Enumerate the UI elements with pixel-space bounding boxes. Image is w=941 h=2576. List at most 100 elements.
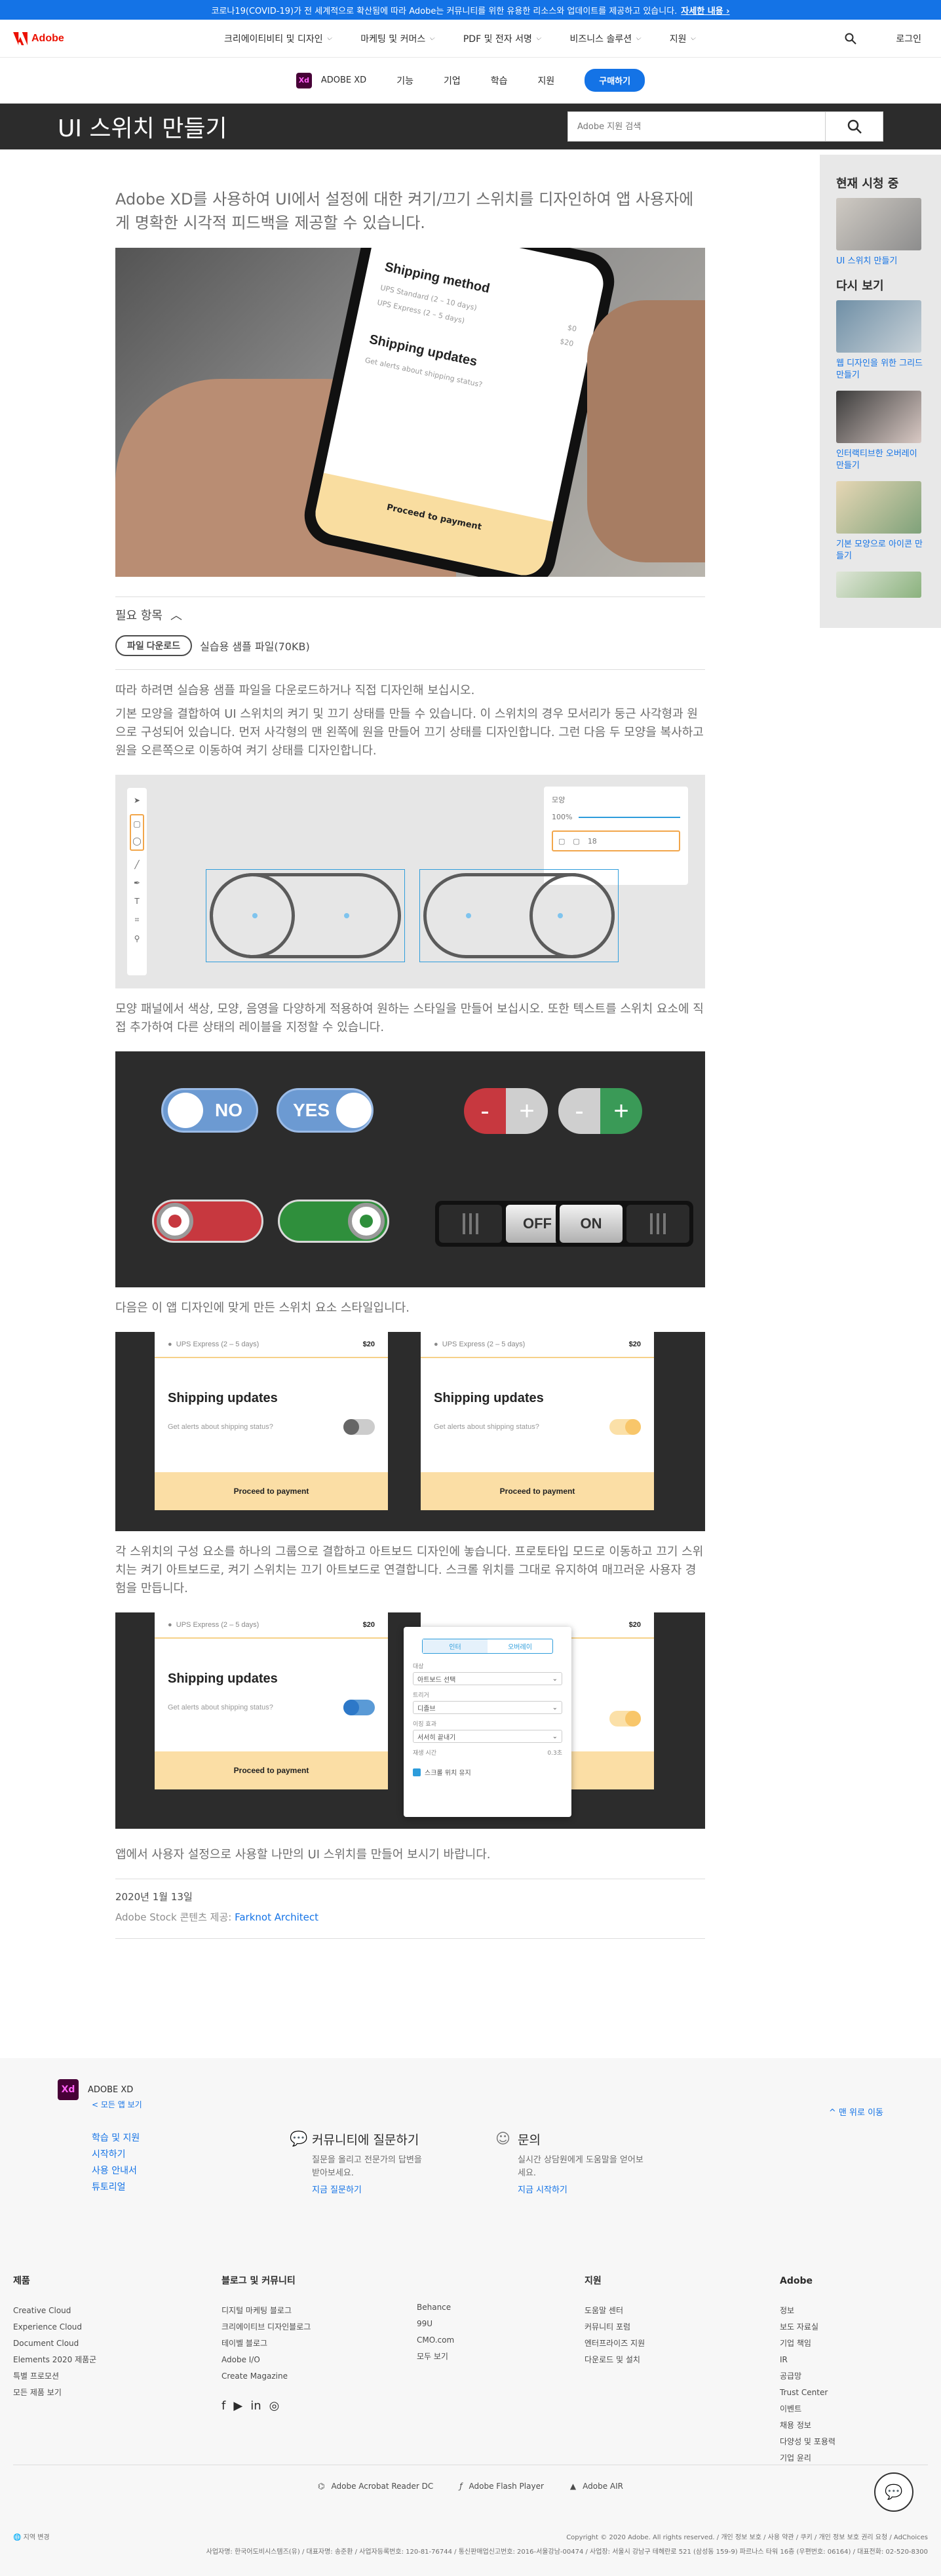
alert-link[interactable]: 자세한 내용 › <box>681 4 729 16</box>
footer-link[interactable]: 디지털 마케팅 블로그 <box>221 2303 417 2319</box>
footer-link[interactable]: 다양성 및 포용력 <box>780 2434 911 2450</box>
switch-knob <box>336 1093 372 1128</box>
adobe-air-link[interactable]: ▲ Adobe AIR <box>570 2482 623 2491</box>
gnav-item-pdf[interactable]: PDF 및 전자 서명 ⌵ <box>463 32 541 45</box>
product-home-link[interactable]: Xd ADOBE XD <box>296 72 366 88</box>
select-tool-icon: ➤ <box>133 796 141 805</box>
footer-link[interactable]: Experience Cloud <box>13 2319 221 2335</box>
rail-thumb[interactable] <box>836 198 921 250</box>
footer-link[interactable]: 모두 보기 <box>417 2349 585 2365</box>
footer-link[interactable]: 99U <box>417 2316 585 2332</box>
footer-link[interactable]: 보도 자료실 <box>780 2319 911 2335</box>
download-file-button[interactable]: 파일 다운로드 <box>115 635 193 656</box>
footer-link[interactable]: 사용 안내서 <box>92 2163 140 2179</box>
gnav-item-support[interactable]: 지원 ⌵ <box>670 32 695 45</box>
shipping-option: ● UPS Express (2 – 5 days) $20 <box>421 1332 654 1358</box>
footer-link[interactable]: 모든 제품 보기 <box>13 2385 221 2401</box>
required-items-toggle[interactable]: 필요 항목 ︿ <box>115 606 705 623</box>
footer-link[interactable]: Adobe I/O <box>221 2352 417 2368</box>
adobe-logo[interactable]: Adobe <box>13 31 164 45</box>
buy-button[interactable]: 구매하기 <box>585 69 645 92</box>
back-to-top-link[interactable]: ^ 맨 위로 이동 <box>829 2105 883 2118</box>
adobe-logo-icon <box>13 31 28 45</box>
card-heading: Shipping updates <box>168 1391 278 1405</box>
paragraph: 따라 하려면 실습용 샘플 파일을 다운로드하거나 직접 디자인해 보십시오. <box>115 684 475 697</box>
air-icon: ▲ <box>569 2482 577 2491</box>
footer-link[interactable]: Trust Center <box>780 2385 911 2401</box>
article-lead: Adobe XD를 사용하여 UI에서 설정에 대한 켜기/끄기 스위치를 디자… <box>115 190 694 232</box>
linkedin-icon[interactable]: in <box>250 2398 261 2414</box>
footer-link[interactable]: Behance <box>417 2299 585 2316</box>
switch-no: NO <box>161 1088 258 1133</box>
footer-link[interactable]: 채용 정보 <box>780 2417 911 2434</box>
footer-link[interactable]: 학습 및 지원 <box>92 2130 140 2147</box>
rail-item-link[interactable]: 기본 모양으로 아이콘 만들기 <box>836 539 925 562</box>
footer-apps: ⌬ Adobe Acrobat Reader DC ƒ Adobe Flash Pl… <box>0 2482 941 2491</box>
contact-link[interactable]: 지금 시작하기 <box>518 2184 649 2197</box>
footer-learn-links: 학습 및 지원 시작하기 사용 안내서 튜토리얼 <box>92 2130 140 2196</box>
footer-link[interactable]: Create Magazine <box>221 2368 417 2385</box>
anchor-dot <box>252 913 258 918</box>
footer-link[interactable]: Elements 2020 제품군 <box>13 2352 221 2368</box>
figure-prototype-wiring: ● UPS Express (2 – 5 days) $20 Shipping u… <box>115 1612 705 1829</box>
pnav-item-support[interactable]: 지원 <box>538 74 555 87</box>
footer-link[interactable]: 튜토리얼 <box>92 2179 140 2196</box>
proceed-button: Proceed to payment <box>155 1472 388 1510</box>
chevron-down-icon: ⌄ <box>552 1675 558 1683</box>
gnav-item-marketing[interactable]: 마케팅 및 커머스 ⌵ <box>360 32 434 45</box>
footer-link[interactable]: 정보 <box>780 2303 911 2319</box>
footer-link[interactable]: IR <box>780 2352 911 2368</box>
pnav-item-features[interactable]: 기능 <box>396 74 413 87</box>
search-icon[interactable] <box>845 33 857 45</box>
footer-link[interactable]: 테이벨 블로그 <box>221 2335 417 2352</box>
youtube-icon[interactable]: ▶ <box>233 2398 242 2414</box>
switch-off-slider: OFF <box>435 1201 573 1247</box>
all-apps-link[interactable]: < 모든 앱 보기 <box>92 2099 142 2110</box>
region-selector[interactable]: 🌐 지역 변경 <box>13 2531 50 2541</box>
footer-link[interactable]: 기업 책임 <box>780 2335 911 2352</box>
instagram-icon[interactable]: ◎ <box>269 2398 280 2414</box>
minus-icon: - <box>558 1088 600 1134</box>
pnav-item-enterprise[interactable]: 기업 <box>444 74 461 87</box>
paragraph: 다음은 이 앱 디자인에 맞게 만든 스위치 요소 스타일입니다. <box>115 1301 410 1315</box>
community-link[interactable]: 지금 질문하기 <box>312 2184 430 2197</box>
footer-link[interactable]: 도움말 센터 <box>585 2303 780 2319</box>
footer-link[interactable]: 엔터프라이즈 지원 <box>585 2335 780 2352</box>
footer-link[interactable]: 특별 프로모션 <box>13 2368 221 2385</box>
rail-thumb[interactable] <box>836 572 921 598</box>
credit-link[interactable]: Farknot Architect <box>235 1911 318 1923</box>
rail-thumb[interactable] <box>836 391 921 443</box>
footer-link[interactable]: CMO.com <box>417 2332 585 2349</box>
plus-icon: + <box>600 1088 642 1134</box>
rail-thumb[interactable] <box>836 300 921 353</box>
footer-link[interactable]: 공급망 <box>780 2368 911 2385</box>
switch-label-yes: YES <box>293 1100 330 1120</box>
tab-interaction: 인터 <box>423 1639 488 1653</box>
login-link[interactable]: 로그인 <box>896 32 921 45</box>
chat-button[interactable]: 💬 <box>874 2472 913 2512</box>
facebook-icon[interactable]: f <box>221 2398 225 2414</box>
footer-link[interactable]: Creative Cloud <box>13 2303 221 2319</box>
switch-off-shape <box>210 873 401 958</box>
footer-link[interactable]: 이벤트 <box>780 2401 911 2417</box>
checkbox-icon <box>413 1768 421 1776</box>
footer-link[interactable]: 커뮤니티 포럼 <box>585 2319 780 2335</box>
rail-item-link[interactable]: 인터랙티브한 오버레이 만들기 <box>836 448 925 472</box>
footer-link[interactable]: 다운로드 및 설치 <box>585 2352 780 2368</box>
search-button[interactable] <box>825 111 883 142</box>
gnav-item-business[interactable]: 비즈니스 솔루션 ⌵ <box>569 32 640 45</box>
footer-link[interactable]: 크리에이티브 디자인블로그 <box>221 2319 417 2335</box>
footer-link[interactable]: Document Cloud <box>13 2335 221 2352</box>
flash-player-link[interactable]: ƒ Adobe Flash Player <box>459 2482 544 2491</box>
duration-row: 재생 시간 0.3초 <box>413 1750 562 1757</box>
gnav-item-creativity[interactable]: 크리에이티비티 및 디자인 ⌵ <box>224 32 332 45</box>
sample-file-label: 실습용 샘플 파일(70KB) <box>200 640 310 653</box>
figure-xd-shapes: ➤ ▢ ◯ ╱ ✒ T ⌗ ⚲ 모양 100% ▢ ▢ 18 <box>115 775 705 988</box>
rail-item-link[interactable]: UI 스위치 만들기 <box>836 256 925 267</box>
rail-thumb[interactable] <box>836 481 921 534</box>
footer-link[interactable]: 시작하기 <box>92 2147 140 2163</box>
pnav-item-learn[interactable]: 학습 <box>491 74 508 87</box>
search-input[interactable] <box>568 112 825 141</box>
acrobat-reader-link[interactable]: ⌬ Adobe Acrobat Reader DC <box>318 2482 433 2491</box>
rail-item-link[interactable]: 웹 디자인을 위한 그리드 만들기 <box>836 358 925 381</box>
